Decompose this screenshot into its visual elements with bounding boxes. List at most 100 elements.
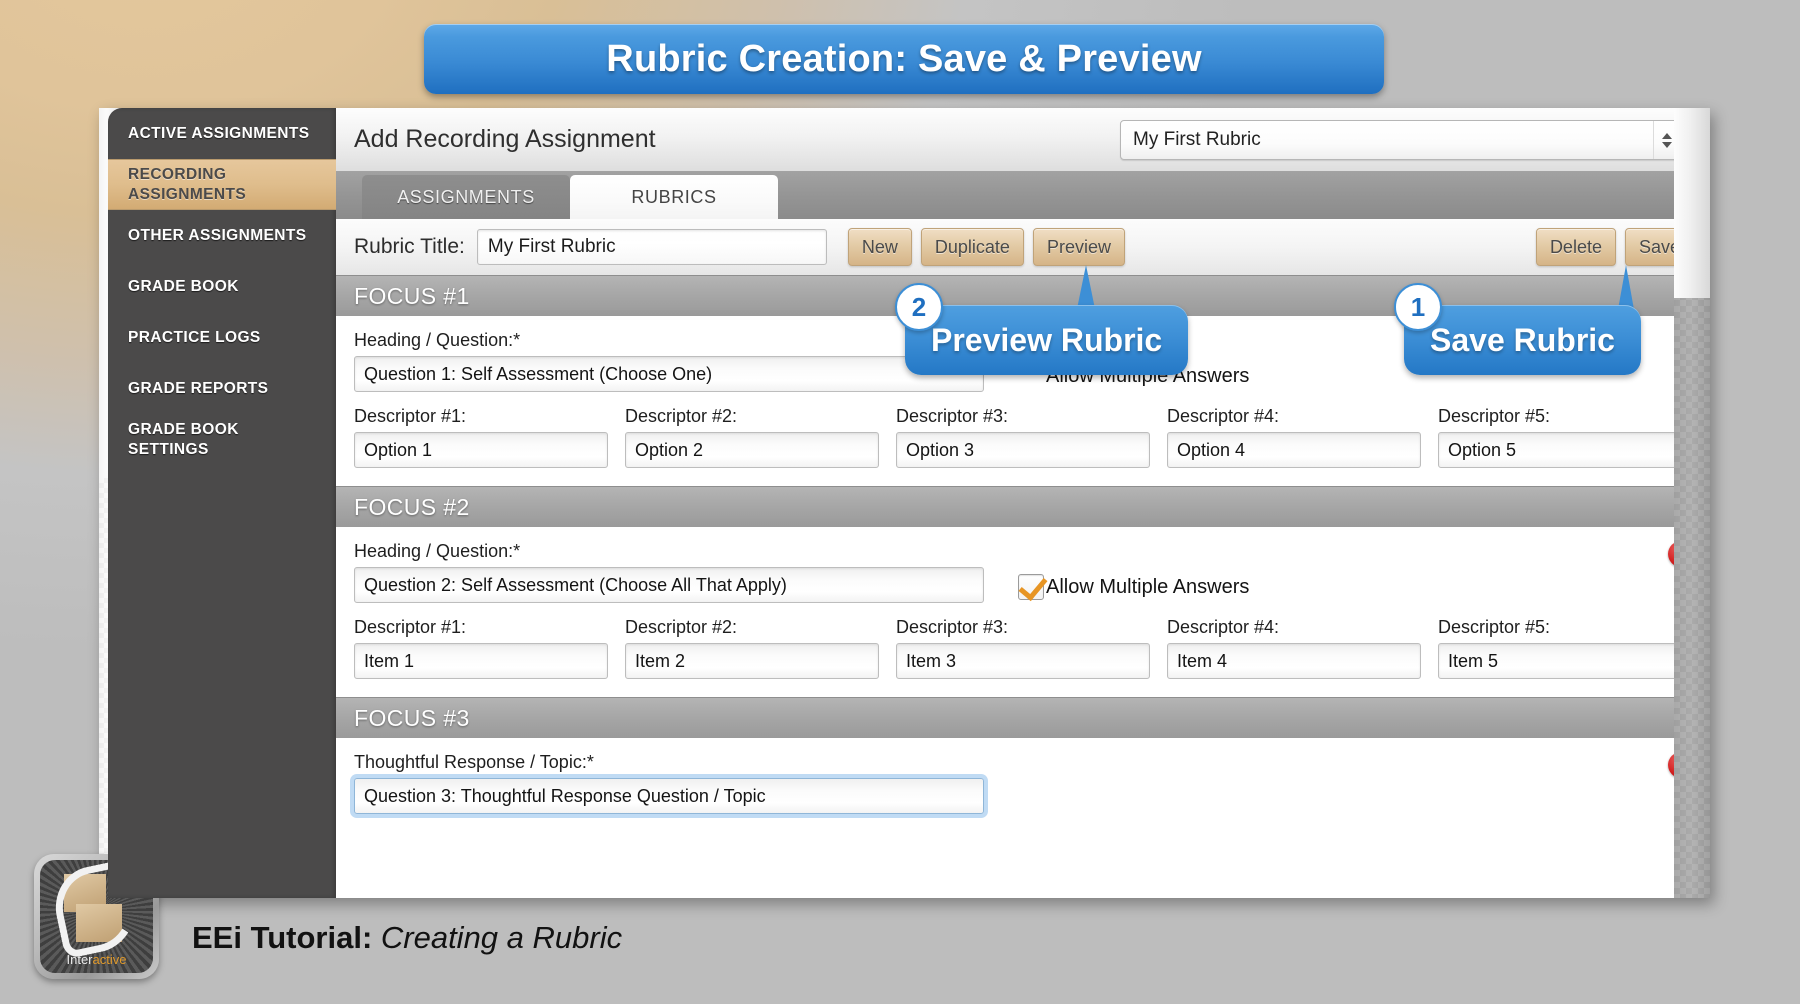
focus-2-descriptor-4: Descriptor #4: Item 4 [1167, 617, 1421, 679]
sidebar-item-label: GRADE BOOK [128, 277, 239, 295]
sidebar-item-grade-reports[interactable]: GRADE REPORTS [108, 363, 336, 414]
descriptor-label: Descriptor #2: [625, 406, 738, 426]
focus-2-descriptor-2: Descriptor #2: Item 2 [625, 617, 879, 679]
sidebar-item-label-line1: RECORDING [128, 165, 227, 183]
sidebar-item-label-line2: SETTINGS [128, 440, 209, 458]
preview-button[interactable]: Preview [1032, 228, 1125, 266]
descriptor-input[interactable]: Item 1 [354, 643, 608, 679]
focus-2-allow-multiple-checkbox[interactable] [1018, 574, 1044, 600]
descriptor-input[interactable]: Item 3 [896, 643, 1150, 679]
rubric-action-buttons-left: New Duplicate Preview [839, 228, 1125, 266]
sidebar-item-active-assignments[interactable]: ACTIVE ASSIGNMENTS [108, 108, 336, 159]
descriptor-value: Option 4 [1177, 439, 1246, 460]
main-sidebar: ACTIVE ASSIGNMENTS RECORDING ASSIGNMENTS… [108, 108, 336, 898]
descriptor-value: Item 2 [635, 650, 686, 671]
banner-title-text: Rubric Creation: Save & Preview [606, 37, 1202, 80]
tutorial-title-banner: Rubric Creation: Save & Preview [424, 24, 1384, 94]
callout-preview-rubric: 2 Preview Rubric [895, 283, 1189, 375]
focus-1-descriptor-3: Descriptor #3: Option 3 [896, 406, 1150, 468]
rubric-title-label: Rubric Title: [354, 235, 465, 258]
descriptor-label: Descriptor #4: [1167, 617, 1280, 637]
content-top-bar: Add Recording Assignment My First Rubric [336, 108, 1710, 171]
descriptor-value: Option 2 [635, 439, 704, 460]
right-chrome-cap [1674, 108, 1710, 298]
descriptor-input[interactable]: Item 2 [625, 643, 879, 679]
rubric-action-buttons-right: Delete Save [1527, 228, 1694, 266]
main-content-area: Add Recording Assignment My First Rubric… [336, 108, 1710, 898]
footer-title-italic: Creating a Rubric [372, 920, 623, 955]
focus-3-body: ✖ Thoughtful Response / Topic:* Question… [336, 738, 1710, 832]
sidebar-item-label: GRADE REPORTS [128, 379, 269, 397]
descriptor-input[interactable]: Item 5 [1438, 643, 1692, 679]
tab-assignments[interactable]: ASSIGNMENTS [362, 175, 570, 219]
sidebar-item-label-line1: GRADE BOOK [128, 420, 239, 438]
right-window-chrome-scrollbar[interactable] [1674, 108, 1710, 898]
descriptor-input[interactable]: Option 3 [896, 432, 1150, 468]
descriptor-value: Item 4 [1177, 650, 1228, 671]
footer-title-bold: EEi Tutorial: [192, 920, 373, 955]
focus-2-question-label: Heading / Question:* [354, 541, 521, 561]
sidebar-item-label: OTHER ASSIGNMENTS [128, 226, 307, 244]
tab-label: RUBRICS [631, 186, 717, 207]
focus-2-allow-multiple-label: Allow Multiple Answers [1046, 575, 1250, 598]
descriptor-input[interactable]: Option 2 [625, 432, 879, 468]
focus-2-descriptor-3: Descriptor #3: Item 3 [896, 617, 1150, 679]
sidebar-item-label: PRACTICE LOGS [128, 328, 261, 346]
descriptor-value: Option 3 [906, 439, 975, 460]
descriptor-value: Item 1 [364, 650, 415, 671]
tab-bar: ASSIGNMENTS RUBRICS [336, 171, 1710, 219]
descriptor-label: Descriptor #4: [1167, 406, 1280, 426]
callout-bubble-text: Preview Rubric [905, 305, 1189, 375]
descriptor-label: Descriptor #1: [354, 406, 467, 426]
sidebar-item-recording-assignments[interactable]: RECORDING ASSIGNMENTS [108, 159, 336, 210]
sidebar-item-grade-book-settings[interactable]: GRADE BOOK SETTINGS [108, 414, 336, 465]
descriptor-label: Descriptor #5: [1438, 406, 1551, 426]
rubric-title-input-value: My First Rubric [487, 236, 616, 257]
application-window: ACTIVE ASSIGNMENTS RECORDING ASSIGNMENTS… [99, 108, 1710, 898]
descriptor-input[interactable]: Option 4 [1167, 432, 1421, 468]
tab-rubrics[interactable]: RUBRICS [570, 175, 778, 219]
descriptor-label: Descriptor #1: [354, 617, 467, 637]
focus-2-descriptor-1: Descriptor #1: Item 1 [354, 617, 608, 679]
focus-3-header: FOCUS #3 [336, 697, 1710, 738]
rubric-select-dropdown[interactable]: My First Rubric [1120, 120, 1692, 160]
duplicate-button[interactable]: Duplicate [920, 228, 1024, 266]
new-button[interactable]: New [847, 228, 912, 266]
logo-word-active: active [92, 952, 127, 967]
sidebar-item-label-line2: ASSIGNMENTS [128, 185, 247, 203]
caret-up-icon [1661, 132, 1672, 139]
sidebar-item-grade-book[interactable]: GRADE BOOK [108, 261, 336, 312]
logo-wordmark: Interactive [40, 952, 153, 967]
focus-3-question-input[interactable]: Question 3: Thoughtful Response Question… [354, 778, 984, 814]
descriptor-value: Option 1 [364, 439, 433, 460]
descriptor-label: Descriptor #2: [625, 617, 738, 637]
delete-button[interactable]: Delete [1535, 228, 1616, 266]
focus-2-allow-multiple-wrap[interactable]: Allow Multiple Answers [1018, 574, 1249, 600]
descriptor-label: Descriptor #3: [896, 406, 1009, 426]
rubric-title-input[interactable]: My First Rubric [476, 229, 827, 265]
focus-1-descriptor-4: Descriptor #4: Option 4 [1167, 406, 1421, 468]
logo-word-inter: Inter [66, 952, 93, 967]
rubric-select-value: My First Rubric [1133, 129, 1261, 150]
callout-number-badge: 1 [1394, 283, 1442, 331]
focus-1-descriptor-1: Descriptor #1: Option 1 [354, 406, 608, 468]
descriptor-input[interactable]: Option 5 [1438, 432, 1692, 468]
callout-save-rubric: 1 Save Rubric [1394, 283, 1641, 375]
focus-1-question-input[interactable]: Question 1: Self Assessment (Choose One) [354, 356, 984, 392]
focus-2-body: ✖ Heading / Question:* Question 2: Self … [336, 527, 1710, 697]
caret-down-icon [1661, 141, 1672, 148]
tab-label: ASSIGNMENTS [397, 186, 535, 207]
focus-2-descriptor-5: Descriptor #5: Item 5 [1438, 617, 1692, 679]
descriptor-input[interactable]: Item 4 [1167, 643, 1421, 679]
descriptor-label: Descriptor #3: [896, 617, 1009, 637]
descriptor-label: Descriptor #5: [1438, 617, 1551, 637]
sidebar-item-practice-logs[interactable]: PRACTICE LOGS [108, 312, 336, 363]
focus-3-question-label: Thoughtful Response / Topic:* [354, 752, 594, 772]
sidebar-item-other-assignments[interactable]: OTHER ASSIGNMENTS [108, 210, 336, 261]
sidebar-item-label: ACTIVE ASSIGNMENTS [128, 124, 310, 142]
focus-2-descriptor-row: Descriptor #1: Item 1 Descriptor #2: Ite… [354, 617, 1692, 679]
callout-number-badge: 2 [895, 283, 943, 331]
focus-2-question-input[interactable]: Question 2: Self Assessment (Choose All … [354, 567, 984, 603]
focus-1-descriptor-row: Descriptor #1: Option 1 Descriptor #2: O… [354, 406, 1692, 468]
descriptor-input[interactable]: Option 1 [354, 432, 608, 468]
